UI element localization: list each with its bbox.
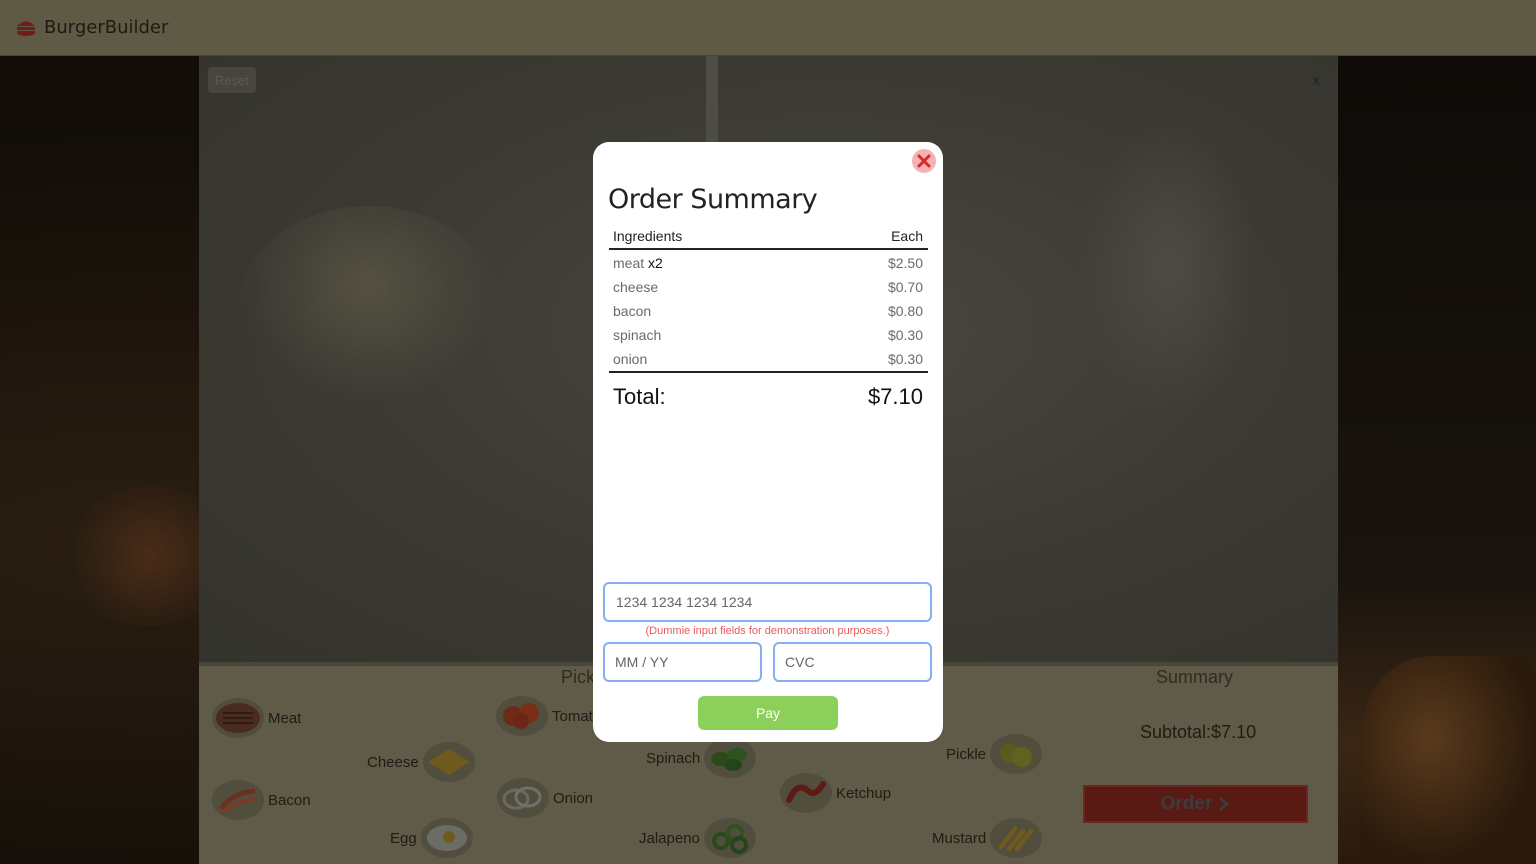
cvc-input[interactable] (773, 642, 932, 682)
table-row: spinach $0.30 (609, 323, 928, 347)
ingredient-pickle[interactable]: Pickle (946, 734, 1043, 774)
cheese-icon (422, 742, 475, 782)
row-name: spinach (613, 327, 662, 343)
ingredient-bacon[interactable]: Bacon (212, 780, 311, 820)
row-price: $0.80 (887, 303, 923, 319)
ingredient-label: Mustard (932, 829, 987, 847)
row-name: meat (613, 255, 645, 271)
row-name: cheese (613, 279, 659, 295)
ingredient-jalapeno[interactable]: Jalapeno (639, 818, 756, 858)
total-label: Total: (613, 384, 666, 409)
order-label: Order (1160, 793, 1213, 814)
row-price: $0.30 (887, 327, 923, 343)
ingredient-label: Onion (553, 789, 594, 807)
row-qty: x2 (648, 255, 663, 271)
table-divider (609, 371, 928, 373)
bacon-icon (212, 780, 264, 820)
card-number-input[interactable] (603, 582, 932, 622)
row-price: $2.50 (887, 255, 923, 271)
summary-section-title: Summary (1156, 667, 1234, 687)
mustard-icon (990, 818, 1043, 858)
chevron-right-icon (1219, 796, 1230, 812)
expiry-input[interactable] (603, 642, 762, 682)
col-each: Each (891, 228, 923, 244)
close-builder-button[interactable]: x (1313, 72, 1320, 88)
ingredient-label: Tomat (552, 707, 593, 725)
ingredient-spinach[interactable]: Spinach (646, 738, 757, 778)
ingredient-meat[interactable]: Meat (212, 698, 301, 738)
egg-icon (420, 818, 473, 858)
reset-button[interactable]: Reset (208, 67, 256, 93)
onion-icon (497, 778, 549, 818)
pickle-icon (990, 734, 1043, 774)
ketchup-icon (780, 773, 832, 813)
table-row: onion $0.30 (609, 347, 928, 371)
ingredient-mustard[interactable]: Mustard (932, 818, 1043, 858)
spinach-icon (704, 738, 757, 778)
subtotal-text: Subtotal:$7.10 (1140, 722, 1257, 742)
app-title[interactable]: BurgerBuilder (44, 17, 168, 38)
demo-note: (Dummie input fields for demonstration p… (645, 625, 890, 637)
meat-icon (212, 698, 264, 738)
order-button[interactable]: Order (1083, 785, 1308, 823)
row-name: onion (613, 351, 648, 367)
ingredient-onion[interactable]: Onion (497, 778, 593, 818)
ingredient-label: Bacon (268, 791, 311, 809)
ingredient-label: Pickle (946, 745, 987, 763)
close-modal-button[interactable] (912, 149, 936, 173)
tomato-icon (496, 696, 548, 736)
ingredient-egg[interactable]: Egg (390, 818, 473, 858)
ingredient-label: Cheese (367, 753, 419, 771)
ingredient-label: Spinach (646, 749, 701, 767)
row-price: $0.70 (887, 279, 923, 295)
table-row: bacon $0.80 (609, 299, 928, 323)
burger-logo-icon (17, 21, 35, 36)
app-header: BurgerBuilder (0, 0, 1536, 56)
total-value: $7.10 (867, 384, 923, 409)
ingredient-label: Egg (390, 829, 417, 847)
ingredient-tomato[interactable]: Tomat (496, 696, 593, 736)
ingredient-label: Jalapeno (639, 829, 700, 847)
ingredient-label: Ketchup (836, 784, 892, 802)
table-row: meat x2 $2.50 (609, 251, 928, 275)
ingredient-label: Meat (268, 709, 302, 727)
modal-title: Order Summary (608, 184, 818, 215)
table-row: cheese $0.70 (609, 275, 928, 299)
ingredient-cheese[interactable]: Cheese (367, 742, 475, 782)
row-price: $0.30 (887, 351, 923, 367)
jalapeno-icon (703, 818, 756, 858)
col-ingredients: Ingredients (613, 228, 683, 244)
row-name: bacon (613, 303, 652, 319)
total-row: Total: $7.10 (609, 384, 928, 410)
ingredient-ketchup[interactable]: Ketchup (780, 773, 891, 813)
close-icon (917, 154, 931, 168)
table-header: Ingredients Each (609, 228, 928, 250)
pay-button[interactable]: Pay (698, 696, 838, 730)
pick-section-title: Pick (561, 667, 596, 687)
